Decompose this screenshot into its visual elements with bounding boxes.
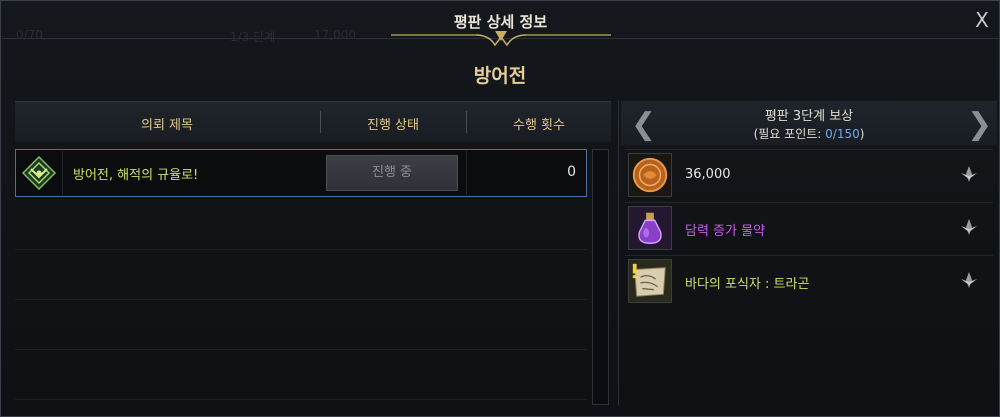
points-required: /150 [832, 127, 860, 141]
quest-count: 0 [567, 164, 576, 180]
row-divider [15, 399, 587, 400]
scrollbar[interactable] [592, 149, 609, 405]
header-status: 진행 상태 [367, 118, 419, 133]
table-header: 의뢰 제목 진행 상태 수행 횟수 [15, 101, 611, 142]
category-title: 방어전 [473, 65, 527, 87]
reward-title: 평판 3단계 보상 [764, 109, 854, 124]
map-scroll-icon [628, 259, 672, 303]
panel-divider [618, 101, 619, 405]
reward-mark-icon [961, 272, 977, 288]
reward-name: 담력 증가 물약 [685, 224, 766, 239]
column-divider [62, 151, 63, 195]
points-suffix: ) [859, 127, 865, 141]
potion-icon [628, 206, 672, 250]
reward-item[interactable]: 바다의 포식자 : 트라곤 [625, 255, 993, 306]
reward-item[interactable]: 담력 증가 물약 [625, 202, 993, 253]
reputation-detail-window: 0/70 1/3 단계 17,000 평판 상세 정보 X 방어전 의뢰 제목 … [0, 0, 1000, 417]
silver-coin-icon [628, 153, 672, 197]
quest-title: 방어전, 해적의 규율로! [73, 168, 199, 183]
column-divider [466, 151, 467, 195]
reward-name: 바다의 포식자 : 트라곤 [685, 277, 810, 292]
reward-mark-icon [961, 219, 977, 235]
header-count: 수행 횟수 [513, 118, 565, 133]
header-title: 의뢰 제목 [141, 118, 193, 133]
title-ornament-icon [391, 31, 611, 47]
reward-item[interactable]: 36,000 [625, 149, 993, 200]
quest-table: 의뢰 제목 진행 상태 수행 횟수 방어전, 해적의 규율로! 진행 중 0 [15, 101, 611, 405]
row-divider [15, 299, 587, 300]
reward-mark-icon [961, 166, 977, 182]
reward-panel: ❮ ❯ 평판 3단계 보상 (필요 포인트: 0/150) 36,000 담력 … [621, 101, 997, 405]
reward-name: 36,000 [685, 167, 731, 182]
required-points: (필요 포인트: 0/150) [621, 125, 997, 142]
table-row[interactable]: 방어전, 해적의 규율로! 진행 중 0 [15, 149, 587, 197]
row-divider [15, 249, 587, 250]
status-button[interactable]: 진행 중 [326, 155, 458, 191]
points-current: 0 [825, 127, 833, 141]
quest-crest-icon [22, 156, 56, 190]
close-button[interactable]: X [970, 8, 994, 32]
points-prefix: (필요 포인트: [753, 127, 826, 141]
row-divider [15, 349, 587, 350]
reward-header: ❮ ❯ 평판 3단계 보상 (필요 포인트: 0/150) [621, 101, 997, 145]
